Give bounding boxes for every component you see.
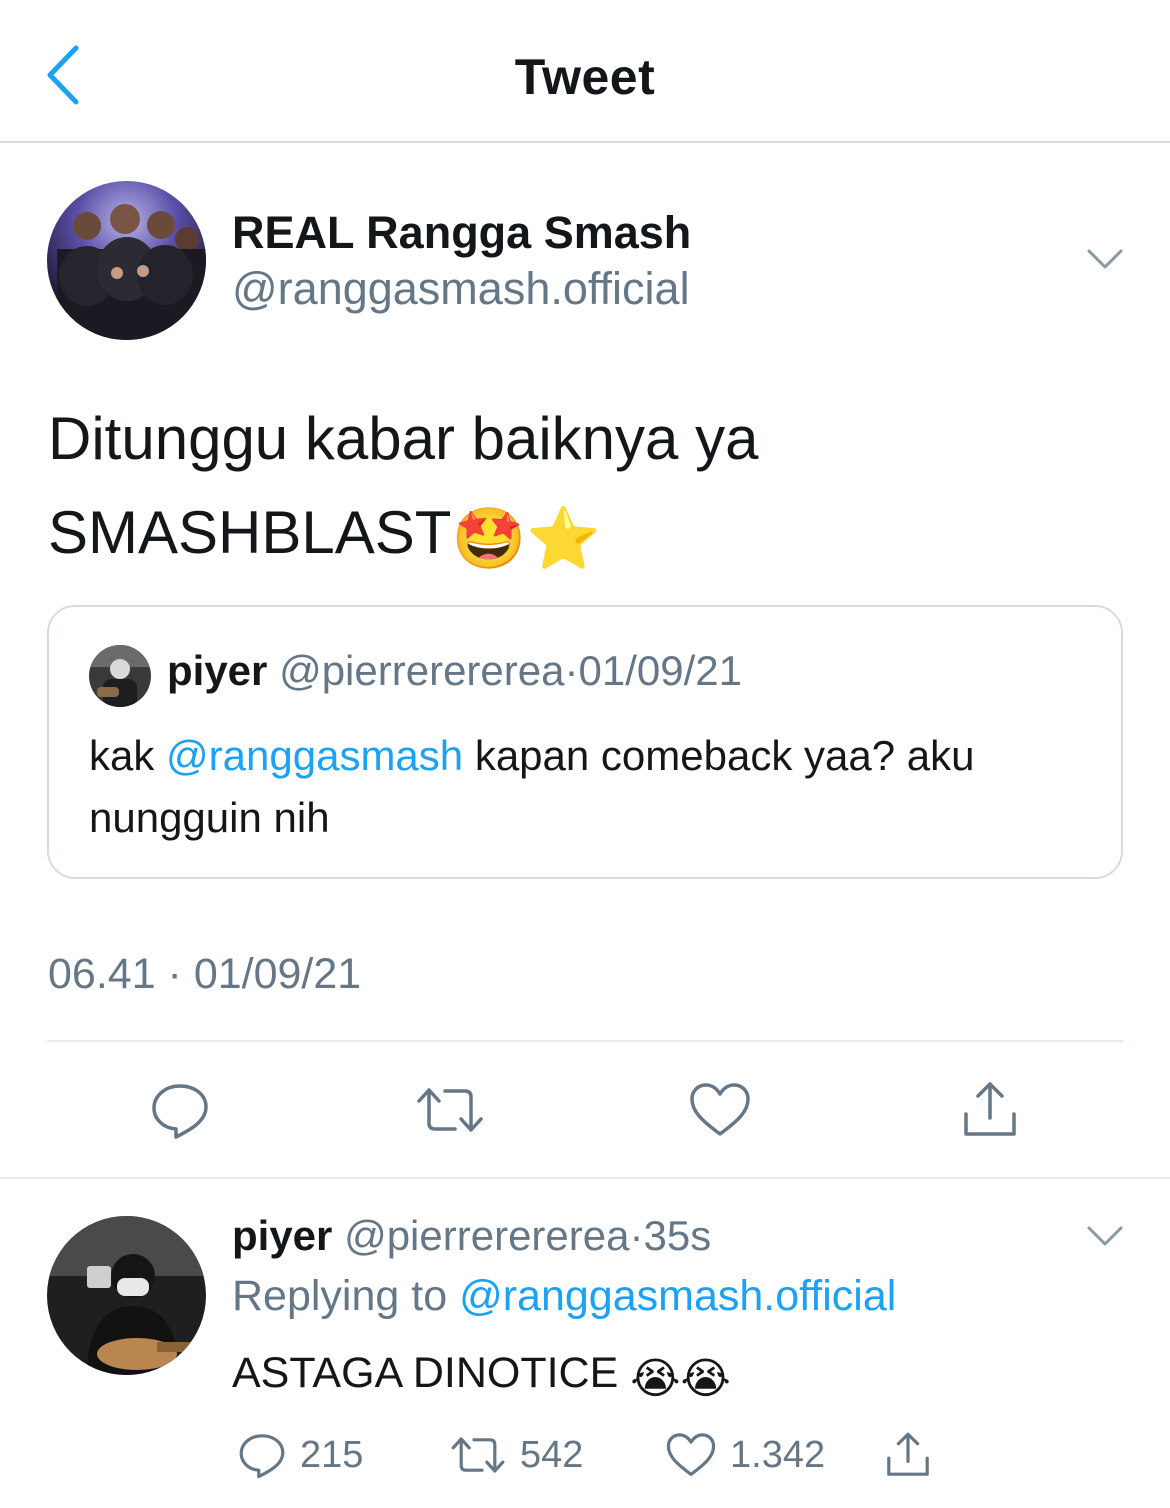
star-struck-emoji: 🤩	[451, 505, 527, 572]
crying-emoji: 😭	[630, 1355, 681, 1403]
author-handle[interactable]: @ranggasmash.official	[232, 263, 690, 315]
share-icon	[887, 1432, 929, 1476]
chevron-down-icon[interactable]	[1085, 245, 1125, 275]
quote-date: 01/09/21	[578, 647, 742, 694]
like-icon	[666, 1433, 716, 1476]
reply-icon	[239, 1434, 285, 1479]
retweet-icon	[417, 1088, 483, 1132]
quoted-tweet-card[interactable]: piyer @pierrerererea·01/09/21 kak @rangg…	[47, 605, 1123, 879]
quote-mention-link[interactable]: @ranggasmash	[166, 732, 463, 779]
reply-author-avatar[interactable]	[47, 1216, 206, 1375]
chevron-down-icon[interactable]	[1085, 1222, 1125, 1252]
tweet-text-line-2-text: SMASHBLAST	[48, 499, 452, 566]
share-icon	[964, 1082, 1016, 1136]
reply-count: 215	[300, 1433, 364, 1476]
like-button[interactable]	[680, 1070, 760, 1150]
reply-action-bar: 215 542 1.342	[232, 1420, 1132, 1490]
author-name[interactable]: REAL Rangga Smash	[232, 207, 691, 259]
like-icon	[690, 1083, 750, 1136]
reply-author-handle[interactable]: @pierrerererea	[344, 1212, 629, 1259]
retweet-count: 542	[520, 1433, 584, 1476]
author-avatar-image	[47, 181, 206, 340]
tweet-text-line-1: Ditunggu kabar baiknya ya	[48, 405, 759, 472]
reply-author-name[interactable]: piyer	[232, 1212, 332, 1259]
quote-author-name[interactable]: piyer	[167, 647, 267, 694]
reply-header: piyer @pierrerererea·35s	[232, 1212, 711, 1260]
retweet-icon	[451, 1437, 505, 1473]
like-count: 1.342	[730, 1433, 826, 1476]
reply-icon	[152, 1084, 208, 1139]
reply-share-button[interactable]	[884, 1420, 946, 1490]
tweet-text-line-2: SMASHBLAST🤩⭐	[48, 486, 1128, 586]
replying-to: Replying to @ranggasmash.official	[232, 1272, 896, 1321]
reply-button[interactable]	[140, 1070, 220, 1150]
tweet-timestamp: 06.41 · 01/09/21	[48, 950, 362, 998]
quote-text: kak @ranggasmash kapan comeback yaa? aku…	[89, 725, 1099, 849]
reply-text-content: ASTAGA DINOTICE	[232, 1349, 631, 1397]
reply-text: ASTAGA DINOTICE 😭😭	[232, 1342, 731, 1410]
quote-separator-dot: ·	[564, 647, 579, 694]
author-avatar[interactable]	[47, 181, 206, 340]
retweet-count-button[interactable]: 542	[450, 1420, 583, 1490]
star-emoji: ⭐	[526, 505, 601, 572]
quote-text-prefix: kak	[89, 732, 167, 779]
divider	[0, 1177, 1170, 1179]
reply-avatar-image	[47, 1216, 206, 1375]
quote-author-handle[interactable]: @pierrerererea	[279, 647, 564, 694]
tweet-text: Ditunggu kabar baiknya ya SMASHBLAST🤩⭐	[48, 392, 1128, 586]
retweet-button[interactable]	[410, 1070, 490, 1150]
reply-separator-dot: ·	[629, 1212, 644, 1259]
page-title: Tweet	[514, 49, 656, 105]
reply-count-button[interactable]: 215	[238, 1420, 363, 1490]
tweet-action-bar	[0, 1070, 1170, 1150]
replying-to-label: Replying to	[232, 1272, 460, 1320]
quote-avatar	[89, 645, 151, 707]
quote-avatar-image	[89, 645, 151, 707]
quote-header: piyer @pierrerererea·01/09/21	[167, 647, 742, 695]
like-count-button[interactable]: 1.342	[666, 1420, 825, 1490]
reply-time: 35s	[643, 1212, 712, 1259]
replying-to-mention-link[interactable]: @ranggasmash.official	[459, 1272, 896, 1320]
share-button[interactable]	[950, 1070, 1030, 1150]
crying-emoji: 😭	[680, 1355, 731, 1403]
nav-bar: Tweet	[0, 0, 1170, 143]
divider	[47, 1040, 1123, 1042]
